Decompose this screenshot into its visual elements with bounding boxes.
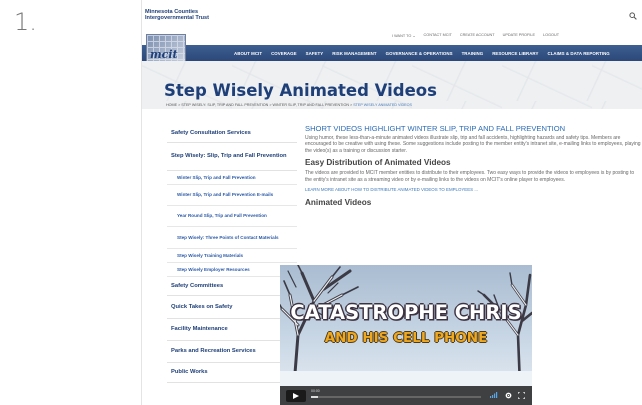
nav-claims[interactable]: CLAIMS & DATA REPORTING <box>547 51 609 56</box>
nav-about[interactable]: ABOUT MCIT <box>234 51 262 56</box>
sidebar-item-quick-takes[interactable]: Quick Takes on Safety <box>167 296 297 319</box>
nav-resource-library[interactable]: RESOURCE LIBRARY <box>492 51 538 56</box>
browser-page: Minnesota Counties Intergovernmental Tru… <box>141 0 642 405</box>
winter-tree-illustration-right <box>477 272 532 386</box>
breadcrumb-path[interactable]: HOME > STEP WISELY: SLIP, TRIP AND FALL … <box>166 103 353 107</box>
sidebar-item-step-wisely[interactable]: Step Wisely: Slip, Trip and Fall Prevent… <box>167 143 297 171</box>
main-content: SHORT VIDEOS HIGHLIGHT WINTER SLIP, TRIP… <box>305 124 641 208</box>
logo[interactable]: mcit <box>146 34 186 62</box>
settings-icon[interactable] <box>505 392 512 399</box>
list-number: 1. <box>14 8 37 36</box>
sidebar-sub-training[interactable]: Step Wisely Training Materials <box>167 249 297 263</box>
volume-icon[interactable] <box>490 392 498 398</box>
video-player[interactable]: CATASTROPHE CHRIS AND HIS CELL PHONE 00:… <box>280 265 532 405</box>
sidebar-item-safety-consultation[interactable]: Safety Consultation Services <box>167 124 297 143</box>
distribution-paragraph: The videos are provided to MCIT member e… <box>305 170 635 183</box>
play-icon <box>293 393 299 399</box>
video-title-line-1: CATASTROPHE CHRIS <box>290 301 522 324</box>
breadcrumb-current: STEP WISELY ANIMATED VIDEOS <box>353 103 412 107</box>
sidebar-sub-employer[interactable]: Step Wisely Employer Resources <box>167 263 297 277</box>
sidebar: Safety Consultation Services Step Wisely… <box>167 124 297 383</box>
nav-governance[interactable]: GOVERNANCE & OPERATIONS <box>386 51 453 56</box>
play-button[interactable] <box>286 390 306 402</box>
distribution-heading: Easy Distribution of Animated Videos <box>305 158 451 168</box>
sidebar-item-facility[interactable]: Facility Maintenance <box>167 319 297 341</box>
logo-text: mcit <box>150 48 178 61</box>
page-header: Step Wisely Animated Videos HOME > STEP … <box>142 61 642 109</box>
util-nav-update-profile[interactable]: UPDATE PROFILE <box>503 33 535 41</box>
nav-coverage[interactable]: COVERAGE <box>271 51 297 56</box>
utility-nav: I WANT TO ⌄ CONTACT MCIT CREATE ACCOUNT … <box>392 33 559 41</box>
nav-safety[interactable]: SAFETY <box>306 51 324 56</box>
sidebar-sub-year-round[interactable]: Year Round Slip, Trip and Fall Preventio… <box>167 206 297 227</box>
util-nav-contact[interactable]: CONTACT MCIT <box>424 33 452 41</box>
brand-name[interactable]: Minnesota Counties Intergovernmental Tru… <box>145 9 209 21</box>
sidebar-item-public-works[interactable]: Public Works <box>167 363 297 383</box>
search-icon[interactable] <box>629 12 637 20</box>
fullscreen-icon[interactable] <box>518 392 525 399</box>
section-heading: SHORT VIDEOS HIGHLIGHT WINTER SLIP, TRIP… <box>305 124 566 133</box>
brand-line-2: Intergovernmental Trust <box>145 15 210 22</box>
video-controls: 00:00 <box>280 386 532 405</box>
sidebar-item-parks[interactable]: Parks and Recreation Services <box>167 341 297 363</box>
sidebar-sub-winter[interactable]: Winter Slip, Trip and Fall Prevention <box>167 171 297 185</box>
util-nav-create-account[interactable]: CREATE ACCOUNT <box>460 33 495 41</box>
main-nav: ABOUT MCIT COVERAGE SAFETY RISK MANAGEME… <box>142 45 642 61</box>
learn-more-link[interactable]: LEARN MORE ABOUT HOW TO DISTRIBUTE ANIMA… <box>305 187 641 193</box>
winter-tree-illustration <box>280 265 359 386</box>
util-nav-i-want-to[interactable]: I WANT TO ⌄ <box>392 33 416 41</box>
videos-heading: Animated Videos <box>305 198 372 208</box>
util-nav-logout[interactable]: LOGOUT <box>543 33 559 41</box>
sidebar-item-safety-committees[interactable]: Safety Committees <box>167 277 297 296</box>
nav-training[interactable]: TRAINING <box>462 51 484 56</box>
sidebar-sub-winter-emails[interactable]: Winter Slip, Trip and Fall Prevention E-… <box>167 185 297 206</box>
breadcrumb: HOME > STEP WISELY: SLIP, TRIP AND FALL … <box>166 103 412 107</box>
video-time: 00:00 <box>311 389 320 393</box>
top-bar: Minnesota Counties Intergovernmental Tru… <box>142 0 642 27</box>
intro-paragraph: Using humor, these less-than-a-minute an… <box>305 135 641 154</box>
video-title-line-2: AND HIS CELL PHONE <box>324 330 488 346</box>
nav-risk-management[interactable]: RISK MANAGEMENT <box>332 51 376 56</box>
video-progress[interactable] <box>311 396 481 398</box>
sidebar-sub-three-points[interactable]: Step Wisely: Three Points of Contact Mat… <box>167 227 297 249</box>
page-title: Step Wisely Animated Videos <box>164 81 437 100</box>
video-progress-fill <box>311 396 318 398</box>
